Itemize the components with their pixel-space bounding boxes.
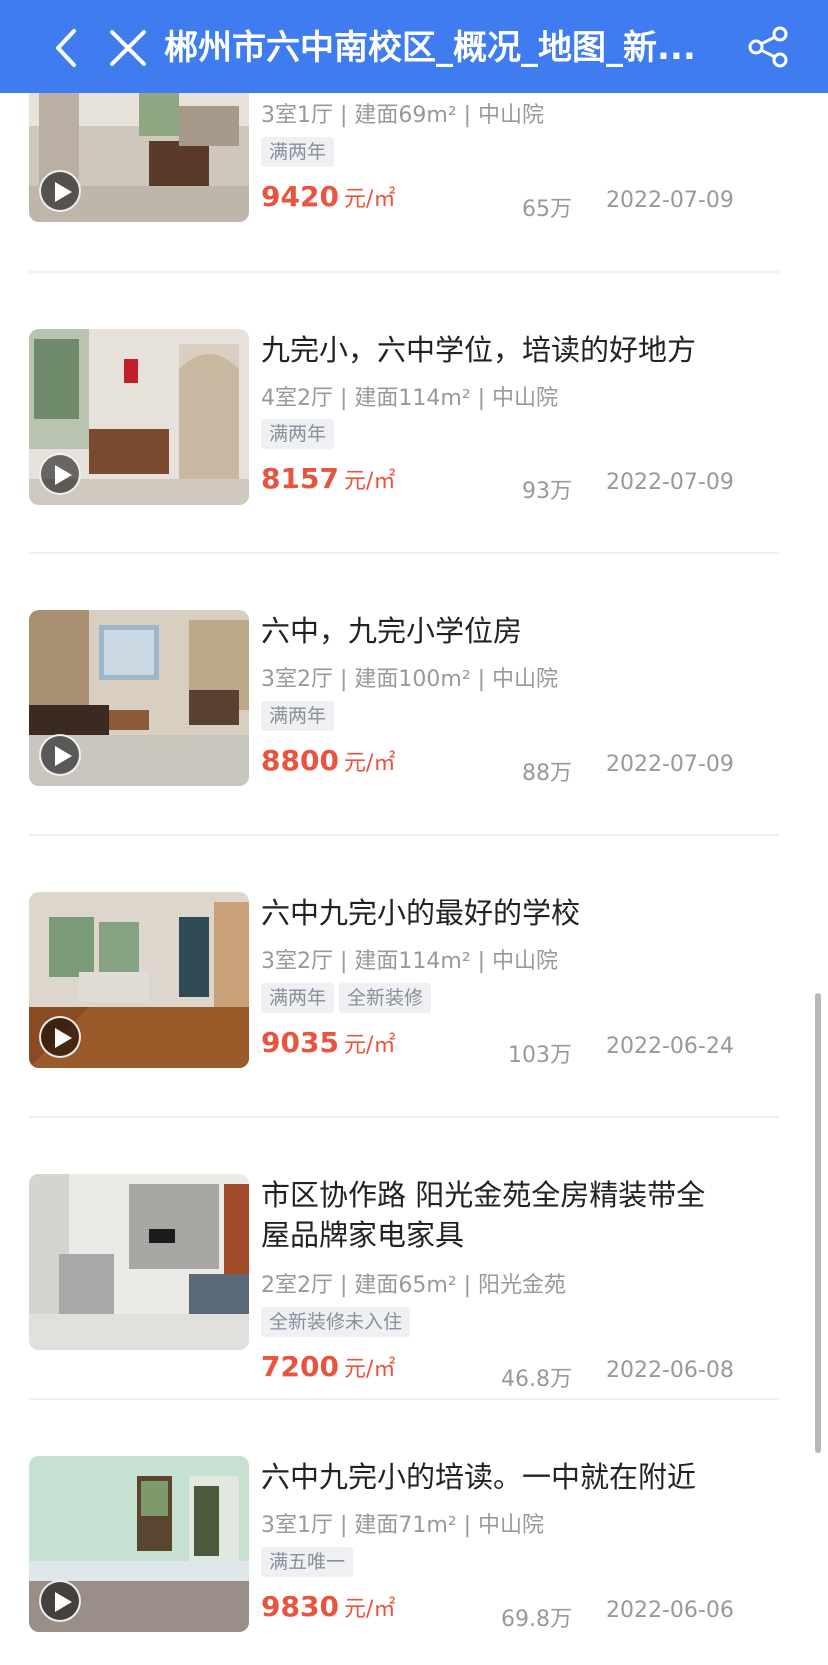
listing-tag: 满两年	[261, 983, 335, 1013]
total-price: 65万	[522, 197, 572, 222]
total-price: 103万	[508, 1043, 572, 1068]
listing-title[interactable]: 九完小，六中学位，培读的好地方	[261, 330, 731, 370]
listing-tags: 满两年	[261, 137, 335, 167]
listing-item[interactable]: 市区协作路 阳光金苑全房精装带全屋品牌家电家具 2室2厅 | 建面65m² | …	[0, 1128, 828, 1398]
unit-price-unit: 元/㎡	[344, 751, 396, 776]
list-divider	[29, 552, 779, 554]
play-video-icon[interactable]	[39, 1580, 81, 1622]
close-icon	[110, 30, 146, 66]
listing-tags: 满两年	[261, 419, 335, 449]
total-price: 46.8万	[501, 1367, 572, 1392]
listing-tags: 全新装修未入住	[261, 1307, 411, 1337]
unit-price-value: 9035	[261, 1026, 339, 1059]
unit-price-unit: 元/㎡	[344, 1597, 396, 1622]
list-divider	[29, 834, 779, 836]
listing-tag: 满两年	[261, 137, 335, 167]
unit-price-unit: 元/㎡	[344, 187, 396, 212]
listing-tags: 满两年 全新装修	[261, 983, 432, 1013]
listing-date: 2022-06-24	[606, 1034, 734, 1059]
play-video-icon[interactable]	[39, 1016, 81, 1058]
listing-tags: 满两年	[261, 701, 335, 731]
unit-price: 9035 元/㎡	[261, 1026, 395, 1059]
page-title: 郴州市六中南校区_概况_地图_新...	[164, 28, 696, 68]
listing-item[interactable]: 六中，九完小学位房 3室2厅 | 建面100m² | 中山院 满两年 8800 …	[0, 564, 828, 834]
listing-date: 2022-06-06	[606, 1598, 734, 1623]
back-button[interactable]	[46, 26, 86, 70]
unit-price-value: 7200	[261, 1350, 339, 1383]
listing-tag: 全新装修未入住	[261, 1307, 411, 1337]
listing-item[interactable]: 六中九完小的培读。一中就在附近 3室1厅 | 建面71m² | 中山院 满五唯一…	[0, 1410, 828, 1665]
unit-price: 8800 元/㎡	[261, 744, 395, 777]
list-divider	[29, 1398, 779, 1400]
play-video-icon[interactable]	[39, 453, 81, 495]
chevron-left-icon	[56, 29, 76, 67]
listing-meta: 3室1厅 | 建面69m² | 中山院	[261, 103, 545, 128]
listing-meta: 3室2厅 | 建面100m² | 中山院	[261, 667, 559, 692]
share-button[interactable]	[746, 25, 790, 69]
listing-tag: 满两年	[261, 419, 335, 449]
listing-title[interactable]: 六中九完小的最好的学校	[261, 893, 731, 933]
top-nav-bar: 郴州市六中南校区_概况_地图_新...	[0, 0, 828, 93]
listing-meta: 3室2厅 | 建面114m² | 中山院	[261, 949, 559, 974]
listing-photo[interactable]	[29, 610, 249, 786]
unit-price-unit: 元/㎡	[344, 1033, 396, 1058]
listing-list: 3室1厅 | 建面69m² | 中山院 满两年 9420 元/㎡ 65万 202…	[0, 0, 828, 1665]
listing-date: 2022-07-09	[606, 188, 734, 213]
listing-photo[interactable]	[29, 1456, 249, 1632]
unit-price: 7200 元/㎡	[261, 1350, 395, 1383]
share-icon	[748, 26, 788, 68]
listing-date: 2022-07-09	[606, 470, 734, 495]
unit-price-value: 8800	[261, 744, 339, 777]
listing-title[interactable]: 市区协作路 阳光金苑全房精装带全屋品牌家电家具	[261, 1175, 731, 1255]
total-price: 93万	[522, 479, 572, 504]
listing-photo[interactable]	[29, 1174, 249, 1350]
listing-tag: 满两年	[261, 701, 335, 731]
listing-photo[interactable]	[29, 329, 249, 505]
unit-price-value: 9420	[261, 180, 339, 213]
listing-date: 2022-07-09	[606, 752, 734, 777]
unit-price-unit: 元/㎡	[344, 1357, 396, 1382]
listing-meta: 4室2厅 | 建面114m² | 中山院	[261, 386, 559, 411]
listing-photo[interactable]	[29, 892, 249, 1068]
unit-price: 9420 元/㎡	[261, 180, 395, 213]
listing-title[interactable]: 六中九完小的培读。一中就在附近	[261, 1457, 731, 1497]
scrollbar[interactable]	[815, 993, 821, 1453]
close-button[interactable]	[106, 26, 150, 70]
listing-date: 2022-06-08	[606, 1358, 734, 1383]
listing-meta: 2室2厅 | 建面65m² | 阳光金苑	[261, 1273, 567, 1298]
listing-title[interactable]: 六中，九完小学位房	[261, 611, 731, 651]
total-price: 88万	[522, 761, 572, 786]
list-divider	[29, 271, 779, 273]
unit-price: 9830 元/㎡	[261, 1590, 395, 1623]
play-video-icon[interactable]	[39, 170, 81, 212]
unit-price-value: 8157	[261, 462, 339, 495]
unit-price-value: 9830	[261, 1590, 339, 1623]
total-price: 69.8万	[501, 1607, 572, 1632]
listing-tags: 满五唯一	[261, 1547, 354, 1577]
unit-price: 8157 元/㎡	[261, 462, 395, 495]
listing-tag: 满五唯一	[261, 1547, 354, 1577]
listing-meta: 3室1厅 | 建面71m² | 中山院	[261, 1513, 545, 1538]
listing-tag: 全新装修	[339, 983, 432, 1013]
listing-item[interactable]: 六中九完小的最好的学校 3室2厅 | 建面114m² | 中山院 满两年 全新装…	[0, 846, 828, 1116]
play-video-icon[interactable]	[39, 734, 81, 776]
list-divider	[29, 1116, 779, 1118]
listing-item[interactable]: 九完小，六中学位，培读的好地方 4室2厅 | 建面114m² | 中山院 满两年…	[0, 282, 828, 552]
unit-price-unit: 元/㎡	[344, 469, 396, 494]
